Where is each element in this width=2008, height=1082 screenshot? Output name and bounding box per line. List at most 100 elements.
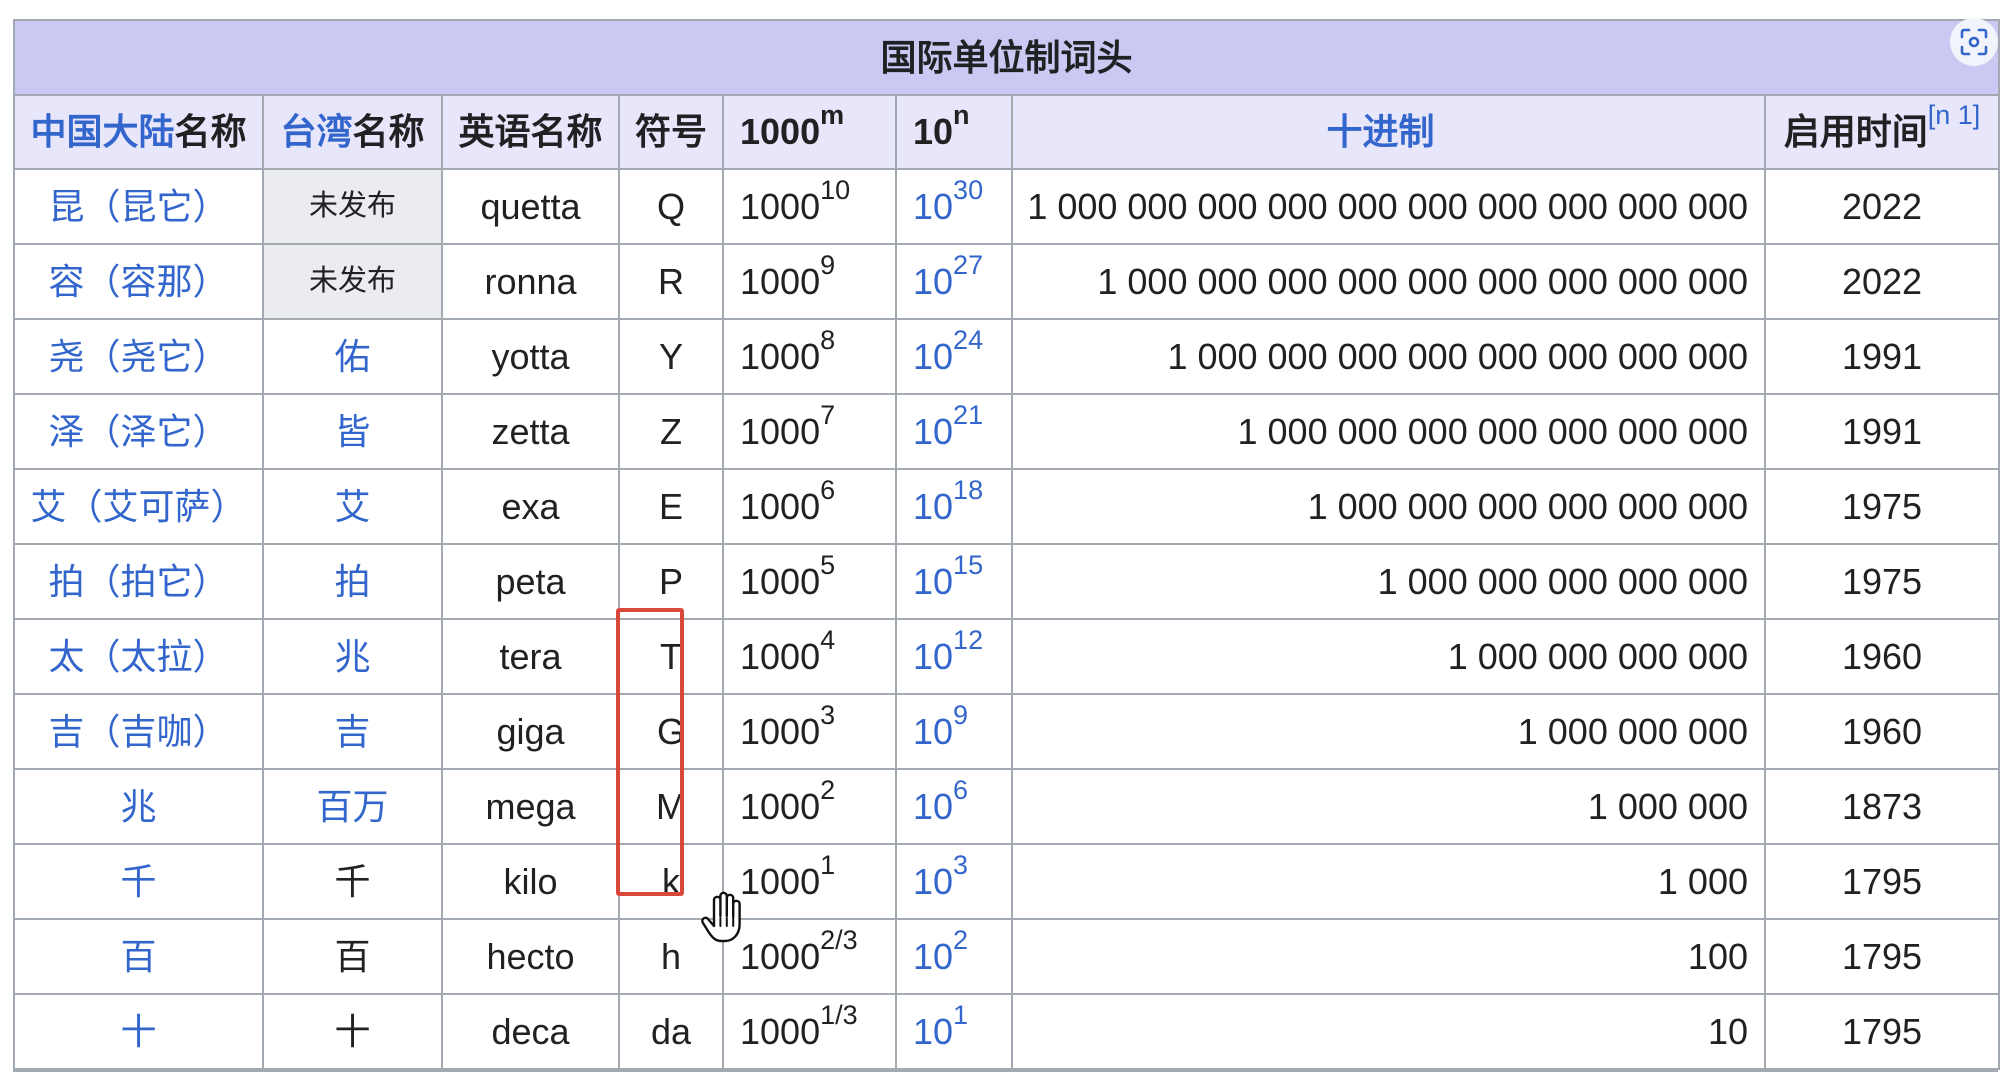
year-cell: 1991 [1763,393,2001,470]
taiwan-name-cell[interactable]: 兆 [262,618,443,695]
taiwan-name-cell[interactable]: 百万 [262,768,443,845]
mainland-name-cell[interactable]: 千 [13,843,264,920]
english-name-cell: kilo [441,843,620,920]
symbol-cell: Z [618,393,724,470]
year-cell: 1795 [1763,993,2001,1070]
power-10-cell[interactable]: 1012 [895,618,1013,695]
decimal-cell: 1 000 [1011,843,1766,920]
taiwan-name-cell: 未发布 [262,168,443,245]
prefix-table-wrapper: 国际单位制词头 中国大陆名称 台湾名称 英语名称 符号 1000m 10n 十进… [12,19,2001,1070]
taiwan-name-cell: 未发布 [262,243,443,320]
symbol-cell: G [618,693,724,770]
power-10-cell[interactable]: 1015 [895,543,1013,620]
mainland-name-cell[interactable]: 吉（吉咖） [13,693,264,770]
table-caption: 国际单位制词头 [12,19,2001,96]
table-row: 拍（拍它）拍 peta P 10005 1015 1 000 000 000 000 00… [13,543,2001,620]
taiwan-name-cell[interactable]: 艾 [262,468,443,545]
english-name-cell: hecto [441,918,620,995]
decimal-cell: 1 000 000 000 000 000 000 000 000 000 [1011,243,1766,320]
power-10-cell[interactable]: 109 [895,693,1013,770]
power-1000-cell: 10002/3 [722,918,897,995]
power-10-cell[interactable]: 1024 [895,318,1013,395]
next-row-edge [13,1070,1998,1082]
power-1000-cell: 10007 [722,393,897,470]
mainland-name-cell[interactable]: 太（太拉） [13,618,264,695]
english-name-cell: mega [441,768,620,845]
mainland-link[interactable]: 中国大陆 [30,111,174,152]
english-name-cell: ronna [441,243,620,320]
power-10-cell[interactable]: 106 [895,768,1013,845]
power-1000-cell: 10001/3 [722,993,897,1070]
taiwan-name-cell: 千 [262,843,443,920]
decimal-cell: 10 [1011,993,1766,1070]
taiwan-name-cell[interactable]: 吉 [262,693,443,770]
taiwan-link[interactable]: 台湾 [280,111,352,152]
year-cell: 1991 [1763,318,2001,395]
symbol-cell: M [618,768,724,845]
table-row: 吉（吉咖）吉 giga G 10003 109 1 000 000 000 1960 [13,693,2001,770]
focus-scan-icon[interactable] [1950,18,1998,66]
header-decimal-link[interactable]: 十进制 [1011,94,1766,170]
year-cell: 2022 [1763,168,2001,245]
decimal-cell: 1 000 000 000 000 000 000 000 [1011,393,1766,470]
english-name-cell: deca [441,993,620,1070]
mainland-name-cell[interactable]: 兆 [13,768,264,845]
power-10-cell[interactable]: 1021 [895,393,1013,470]
english-name-cell: tera [441,618,620,695]
english-name-cell: peta [441,543,620,620]
english-name-cell: exa [441,468,620,545]
power-10-cell[interactable]: 1027 [895,243,1013,320]
power-1000-cell: 10005 [722,543,897,620]
power-1000-cell: 10008 [722,318,897,395]
decimal-cell: 1 000 000 000 [1011,693,1766,770]
table-row: 千千 kilo k 10001 103 1 000 1795 [13,843,2001,920]
symbol-cell: da [618,993,724,1070]
power-10-cell[interactable]: 102 [895,918,1013,995]
taiwan-name-cell[interactable]: 佑 [262,318,443,395]
mainland-name-cell[interactable]: 拍（拍它） [13,543,264,620]
header-power-1000: 1000m [722,94,897,170]
decimal-cell: 1 000 000 000 000 000 [1011,543,1766,620]
symbol-cell: P [618,543,724,620]
power-1000-cell: 10006 [722,468,897,545]
citation-n1-link[interactable]: [n 1] [1928,100,1981,130]
power-10-cell[interactable]: 1018 [895,468,1013,545]
power-1000-cell: 10009 [722,243,897,320]
table-body: 昆（昆它） 未发布 quetta Q 100010 1030 1 000 000 000 0… [13,168,2001,1070]
year-cell: 1960 [1763,693,2001,770]
hand-pointer-cursor-icon [700,890,746,946]
taiwan-name-cell[interactable]: 皆 [262,393,443,470]
si-prefix-table: 国际单位制词头 中国大陆名称 台湾名称 英语名称 符号 1000m 10n 十进… [12,19,2001,1070]
power-10-cell[interactable]: 1030 [895,168,1013,245]
table-row: 艾（艾可萨）艾 exa E 10006 1018 1 000 000 000 000 00… [13,468,2001,545]
header-adopted-year: 启用时间[n 1] [1763,94,2001,170]
mainland-name-cell[interactable]: 尧（尧它） [13,318,264,395]
english-name-cell: quetta [441,168,620,245]
table-row: 昆（昆它） 未发布 quetta Q 100010 1030 1 000 000 000 0… [13,168,2001,245]
year-cell: 1795 [1763,918,2001,995]
decimal-cell: 1 000 000 000 000 [1011,618,1766,695]
mainland-name-cell[interactable]: 泽（泽它） [13,393,264,470]
mainland-name-cell[interactable]: 百 [13,918,264,995]
table-row: 尧（尧它）佑 yotta Y 10008 1024 1 000 000 000 000 0… [13,318,2001,395]
taiwan-name-cell: 百 [262,918,443,995]
mainland-name-cell[interactable]: 十 [13,993,264,1070]
mainland-name-cell[interactable]: 容（容那） [13,243,264,320]
year-cell: 1975 [1763,543,2001,620]
taiwan-name-cell[interactable]: 拍 [262,543,443,620]
decimal-cell: 1 000 000 000 000 000 000 000 000 [1011,318,1766,395]
mainland-name-cell[interactable]: 艾（艾可萨） [13,468,264,545]
decimal-cell: 1 000 000 000 000 000 000 [1011,468,1766,545]
power-1000-cell: 100010 [722,168,897,245]
mainland-name-cell[interactable]: 昆（昆它） [13,168,264,245]
power-10-cell[interactable]: 103 [895,843,1013,920]
table-row: 太（太拉）兆 tera T 10004 1012 1 000 000 000 000 196… [13,618,2001,695]
symbol-cell: E [618,468,724,545]
year-cell: 1960 [1763,618,2001,695]
power-10-cell[interactable]: 101 [895,993,1013,1070]
symbol-cell: R [618,243,724,320]
decimal-cell: 100 [1011,918,1766,995]
year-cell: 1975 [1763,468,2001,545]
year-cell: 2022 [1763,243,2001,320]
table-row: 十十 deca da 10001/3 101 10 1795 [13,993,2001,1070]
